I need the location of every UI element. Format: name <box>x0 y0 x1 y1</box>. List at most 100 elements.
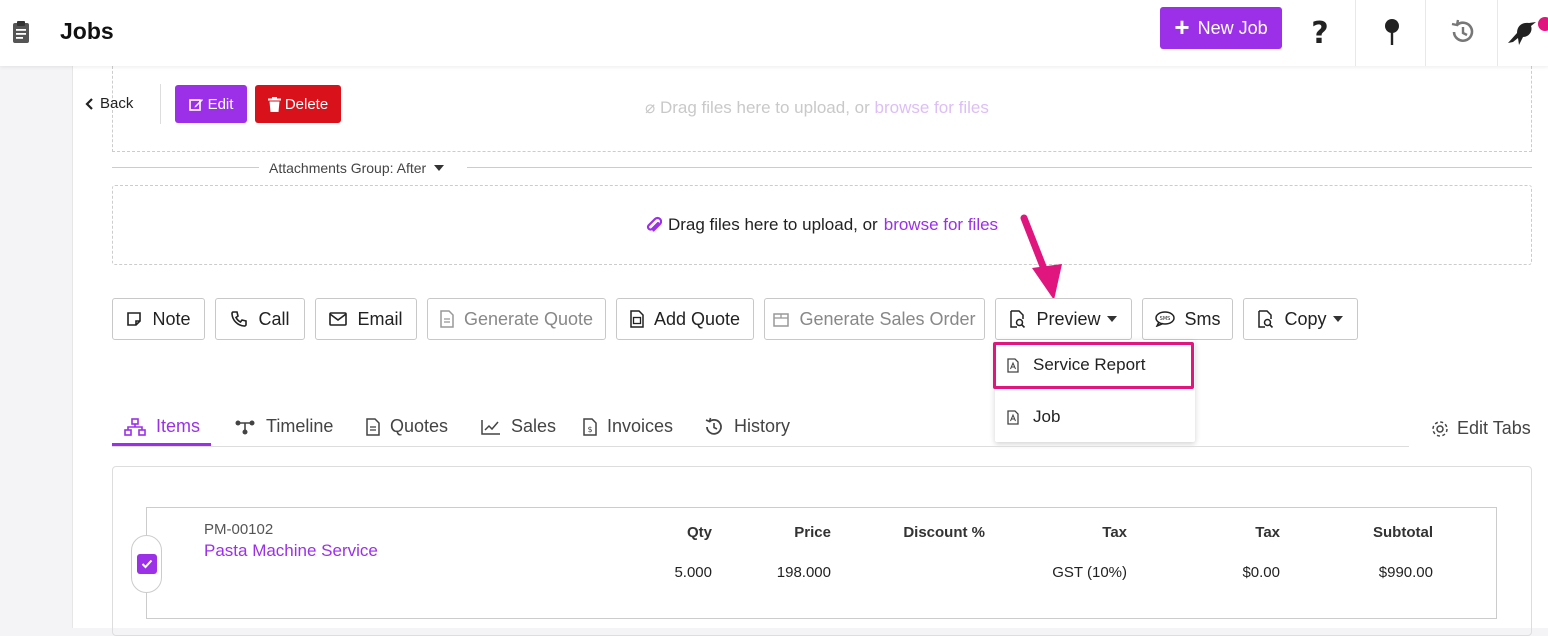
edit-tabs-button[interactable]: Edit Tabs <box>1431 418 1531 439</box>
trash-icon <box>267 96 281 112</box>
item-checkbox[interactable] <box>137 554 157 574</box>
delete-button[interactable]: Delete <box>255 85 341 123</box>
help-icon[interactable]: ? <box>1300 12 1340 52</box>
clipboard-icon <box>13 21 29 43</box>
document-icon <box>366 417 380 436</box>
back-label: Back <box>100 95 134 112</box>
bird-avatar-icon[interactable] <box>1502 12 1542 52</box>
price-value: 198.000 <box>776 564 831 581</box>
svg-text:SMS: SMS <box>1159 316 1170 322</box>
email-button[interactable]: Email <box>315 298 417 340</box>
new-job-button[interactable]: + New Job <box>1160 7 1282 49</box>
edit-tabs-label: Edit Tabs <box>1457 418 1531 438</box>
tab-items[interactable]: Items <box>124 416 200 437</box>
item-name-link[interactable]: Pasta Machine Service <box>204 541 378 561</box>
generate-sales-order-button[interactable]: Generate Sales Order <box>764 298 985 340</box>
file-search-icon <box>1258 310 1274 328</box>
attachments-group-label: Attachments Group: After <box>269 160 427 176</box>
document-icon <box>630 310 644 328</box>
svg-text:?: ? <box>1311 17 1328 47</box>
upper-browse-link[interactable]: browse for files <box>875 98 989 117</box>
sms-label: Sms <box>1184 308 1221 329</box>
tax-header: Tax <box>1102 524 1127 541</box>
tab-history[interactable]: History <box>704 416 790 437</box>
add-quote-label: Add Quote <box>653 308 741 329</box>
call-button[interactable]: Call <box>215 298 305 340</box>
tab-sales[interactable]: Sales <box>481 416 556 437</box>
caret-down-icon <box>434 165 445 171</box>
line-chart-icon <box>481 419 500 435</box>
paperclip-icon <box>646 216 662 232</box>
document-icon <box>440 310 454 328</box>
copy-dropdown-button[interactable]: Copy <box>1243 298 1358 340</box>
generate-sales-order-label: Generate Sales Order <box>799 308 976 329</box>
price-header: Price <box>794 524 831 541</box>
history-icon[interactable] <box>1443 12 1483 52</box>
sms-button[interactable]: SMS Sms <box>1142 298 1233 340</box>
qty-value: 5.000 <box>674 564 712 581</box>
divider <box>467 167 1532 168</box>
checkmark-icon <box>141 559 153 569</box>
tab-timeline[interactable]: Timeline <box>234 416 333 437</box>
invoice-icon: $ <box>583 417 597 436</box>
back-button[interactable]: Back <box>84 95 133 112</box>
tab-label: Quotes <box>390 416 449 436</box>
call-label: Call <box>258 308 290 329</box>
upper-dropzone-text: ⌀ Drag files here to upload, or browse f… <box>645 98 989 118</box>
top-bar: Jobs + New Job ? <box>0 0 1548 66</box>
subtotal-header: Subtotal <box>1373 524 1433 541</box>
envelope-icon <box>329 312 348 326</box>
generate-quote-button[interactable]: Generate Quote <box>427 298 606 340</box>
edit-icon <box>188 98 203 111</box>
item-sku: PM-00102 <box>204 521 274 538</box>
tab-quotes[interactable]: Quotes <box>366 416 448 437</box>
note-icon <box>127 312 142 326</box>
add-quote-button[interactable]: Add Quote <box>616 298 754 340</box>
annotation-arrow-icon <box>1020 214 1062 300</box>
page-title: Jobs <box>60 18 114 44</box>
svg-text:$: $ <box>587 425 592 434</box>
tax-amount-value: $0.00 <box>1242 564 1280 581</box>
browse-files-link[interactable]: browse for files <box>884 215 998 235</box>
active-tab-indicator <box>112 443 211 446</box>
plus-icon: + <box>1174 11 1190 42</box>
divider <box>112 167 259 168</box>
annotation-highlight-box <box>993 342 1194 389</box>
chevron-left-icon <box>85 97 93 110</box>
paperclip-icon: ⌀ <box>645 98 656 117</box>
divider <box>1497 0 1498 66</box>
gear-icon <box>1432 420 1448 437</box>
timeline-icon <box>235 420 255 434</box>
sms-bubble-icon: SMS <box>1154 311 1175 327</box>
tab-invoices[interactable]: $ Invoices <box>583 416 673 437</box>
menu-item-label: Job <box>1033 407 1061 426</box>
tax-value: GST (10%) <box>1052 564 1127 581</box>
generate-quote-label: Generate Quote <box>463 308 594 329</box>
preview-dropdown-button[interactable]: Preview <box>995 298 1132 340</box>
new-job-label: New Job <box>1197 17 1268 38</box>
pdf-file-icon <box>1007 409 1019 425</box>
tab-label: Items <box>156 416 201 436</box>
history-icon <box>705 417 722 435</box>
menu-item-job[interactable]: Job <box>995 394 1195 440</box>
tabs-divider <box>112 446 1409 447</box>
caret-down-icon <box>1106 316 1117 322</box>
note-label: Note <box>152 308 191 329</box>
tax-amount-header: Tax <box>1255 524 1280 541</box>
note-button[interactable]: Note <box>112 298 205 340</box>
preview-label: Preview <box>1036 308 1101 329</box>
file-search-icon <box>1010 310 1026 328</box>
caret-down-icon <box>1332 316 1343 322</box>
drop-label: Drag files here to upload, or <box>667 215 878 234</box>
map-pin-icon[interactable] <box>1372 12 1412 52</box>
subtotal-value: $990.00 <box>1378 564 1433 581</box>
delete-label: Delete <box>284 95 329 113</box>
attachment-dropzone[interactable]: Drag files here to upload, or browse for… <box>112 185 1532 265</box>
box-icon <box>773 313 790 327</box>
tab-label: Invoices <box>607 416 674 436</box>
edit-button[interactable]: Edit <box>175 85 247 123</box>
attachments-group-select[interactable]: Attachments Group: After <box>269 160 445 176</box>
tab-label: Timeline <box>266 416 334 436</box>
notification-badge <box>1538 17 1548 31</box>
sitemap-icon <box>124 417 146 436</box>
